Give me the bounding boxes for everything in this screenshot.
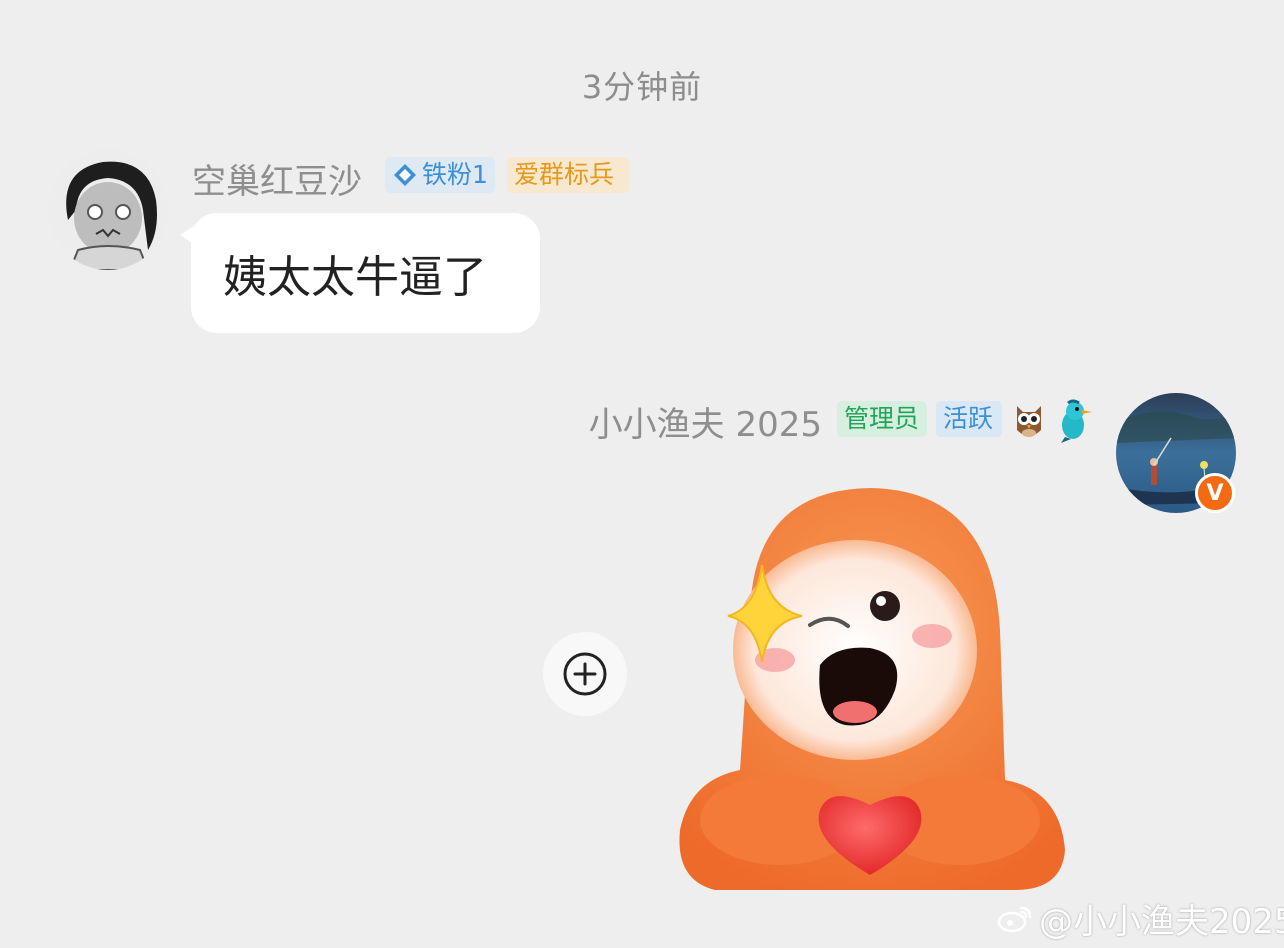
mascot-sticker[interactable]: [670, 480, 1080, 892]
verified-badge: V: [1195, 473, 1235, 513]
group-star-badge[interactable]: 爱群标兵: [507, 157, 629, 193]
fan-badge[interactable]: 铁粉1: [385, 157, 495, 193]
avatar-kongchao[interactable]: [48, 150, 168, 270]
active-badge[interactable]: 活跃: [936, 401, 1002, 437]
add-sticker-button[interactable]: [543, 632, 627, 716]
message-text: 姨太太牛逼了: [223, 252, 487, 303]
watermark-text: @小小渔夫2025: [1039, 902, 1284, 942]
admin-badge[interactable]: 管理员: [837, 401, 927, 437]
sender-name[interactable]: 空巢红豆沙: [192, 154, 362, 203]
fan-badge-label: 铁粉1: [422, 160, 488, 189]
bird-icon: [1061, 399, 1092, 443]
diamond-icon: [394, 164, 416, 186]
owl-icon: [1017, 406, 1041, 437]
plus-circle-icon: [563, 652, 607, 696]
watermark: @小小渔夫2025: [997, 894, 1284, 943]
doll-avatar-image: [48, 150, 168, 270]
sender-name[interactable]: 小小渔夫 2025: [589, 397, 822, 446]
chat-timestamp: 3分钟前: [581, 68, 703, 106]
message-bubble[interactable]: 姨太太牛逼了: [191, 213, 540, 333]
weibo-icon: [997, 906, 1032, 932]
